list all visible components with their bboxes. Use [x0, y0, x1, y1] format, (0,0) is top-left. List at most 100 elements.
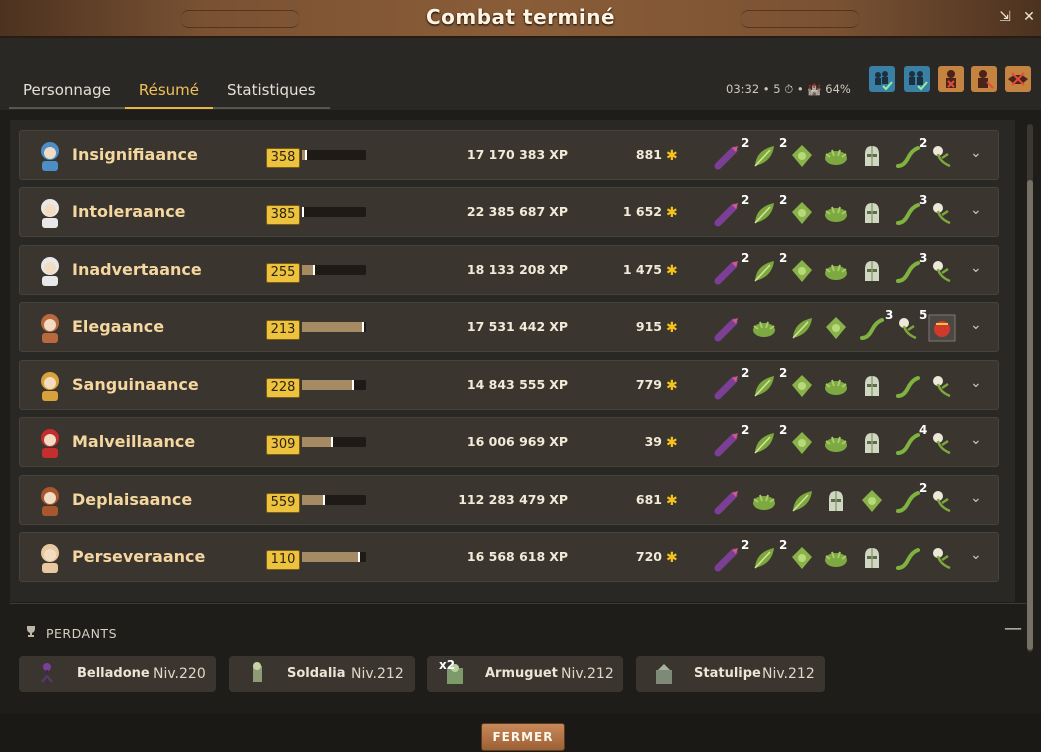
- moss-icon[interactable]: [822, 544, 850, 572]
- moss-icon[interactable]: [750, 314, 778, 342]
- loser-card-soldalia[interactable]: Soldalia Niv.212: [229, 656, 415, 692]
- fighter-icon[interactable]: [938, 66, 964, 92]
- collapse-icon[interactable]: —: [1004, 620, 1022, 638]
- xp-gained: 16 568 618 XP: [440, 549, 568, 564]
- helmet-icon[interactable]: [858, 257, 886, 285]
- wand-icon[interactable]: [714, 257, 742, 285]
- tab-resume[interactable]: Résumé: [124, 71, 213, 109]
- xp-progress-bar: [302, 437, 366, 447]
- loser-card-statulipe[interactable]: Statulipe Niv.212: [636, 656, 825, 692]
- helmet-icon[interactable]: [858, 429, 886, 457]
- leaf-icon[interactable]: 2: [741, 251, 778, 285]
- leaf-icon[interactable]: [788, 487, 816, 515]
- winner-row[interactable]: Sanguinaance 228 14 843 555 XP 779 ✱ 2 2 ⌄: [19, 360, 999, 410]
- handshake-cross-icon[interactable]: [1005, 66, 1031, 92]
- flower-icon[interactable]: 3: [885, 308, 922, 342]
- vine-icon[interactable]: [894, 142, 922, 170]
- close-icon[interactable]: ✕: [1020, 8, 1038, 26]
- loser-card-belladone[interactable]: Belladone Niv.220: [19, 656, 216, 692]
- chevron-down-icon[interactable]: ⌄: [970, 490, 986, 506]
- red-resource-icon[interactable]: 5: [919, 308, 956, 342]
- flower-icon[interactable]: [928, 544, 956, 572]
- wand-icon[interactable]: [714, 142, 742, 170]
- scrollbar-thumb[interactable]: [1027, 180, 1033, 650]
- losers-section-label: PERDANTS: [46, 626, 117, 641]
- herb-bundle-icon[interactable]: 2: [779, 251, 816, 285]
- moss-icon[interactable]: [822, 199, 850, 227]
- winner-row[interactable]: Elegaance 213 17 531 442 XP 915 ✱ 3 5 ⌄: [19, 302, 999, 352]
- wand-icon[interactable]: [714, 372, 742, 400]
- helmet-icon[interactable]: [858, 372, 886, 400]
- flower-icon[interactable]: 3: [919, 251, 956, 285]
- xp-progress-fill: [302, 150, 307, 160]
- helmet-icon[interactable]: [858, 544, 886, 572]
- flower-icon[interactable]: 2: [919, 481, 956, 515]
- winner-row[interactable]: Insignifiaance 358 17 170 383 XP 881 ✱ 2 2 2 ⌄: [19, 130, 999, 180]
- party-check-icon[interactable]: [904, 66, 930, 92]
- tab-statistiques[interactable]: Statistiques: [213, 71, 330, 109]
- character-name: Malveillaance: [72, 432, 196, 451]
- moss-icon[interactable]: [750, 487, 778, 515]
- tab-personnage[interactable]: Personnage: [9, 71, 125, 109]
- kamas-icon: ✱: [666, 263, 678, 279]
- moss-icon[interactable]: [822, 257, 850, 285]
- herb-bundle-icon[interactable]: [858, 487, 886, 515]
- chevron-down-icon[interactable]: ⌄: [970, 375, 986, 391]
- chevron-down-icon[interactable]: ⌄: [970, 260, 986, 276]
- xp-unit: XP: [549, 434, 568, 449]
- moss-icon[interactable]: [822, 429, 850, 457]
- flower-icon[interactable]: 2: [919, 136, 956, 170]
- moss-icon[interactable]: [822, 372, 850, 400]
- chevron-down-icon[interactable]: ⌄: [970, 145, 986, 161]
- flower-icon[interactable]: 4: [919, 423, 956, 457]
- leaf-icon[interactable]: 2: [741, 538, 778, 572]
- winner-row[interactable]: Intoleraance 385 22 385 687 XP 1 652 ✱ 2 2 3 ⌄: [19, 187, 999, 237]
- character-name: Elegaance: [72, 317, 165, 336]
- chevron-down-icon[interactable]: ⌄: [970, 202, 986, 218]
- minimize-icon[interactable]: ⇲: [996, 8, 1014, 26]
- vine-icon[interactable]: [858, 314, 886, 342]
- leaf-icon[interactable]: 2: [741, 193, 778, 227]
- wand-icon[interactable]: [714, 199, 742, 227]
- helmet-icon[interactable]: [822, 487, 850, 515]
- herb-bundle-icon[interactable]: 2: [779, 538, 816, 572]
- wand-icon[interactable]: [714, 544, 742, 572]
- leaf-icon[interactable]: 2: [741, 423, 778, 457]
- vine-icon[interactable]: [894, 487, 922, 515]
- herb-bundle-icon[interactable]: 2: [779, 366, 816, 400]
- chevron-down-icon[interactable]: ⌄: [970, 547, 986, 563]
- flower-icon[interactable]: [928, 372, 956, 400]
- leaf-icon[interactable]: 2: [741, 366, 778, 400]
- chevron-down-icon[interactable]: ⌄: [970, 432, 986, 448]
- winner-row[interactable]: Perseveraance 110 16 568 618 XP 720 ✱ 2 2 ⌄: [19, 532, 999, 582]
- chevron-down-icon[interactable]: ⌄: [970, 317, 986, 333]
- winner-row[interactable]: Malveillaance 309 16 006 969 XP 39 ✱ 2 2 4 ⌄: [19, 417, 999, 467]
- wand-icon[interactable]: [714, 429, 742, 457]
- party-up-icon[interactable]: [869, 66, 895, 92]
- moss-icon[interactable]: [822, 142, 850, 170]
- vine-icon[interactable]: [894, 257, 922, 285]
- herb-bundle-icon[interactable]: 2: [779, 423, 816, 457]
- leaf-icon[interactable]: 2: [741, 136, 778, 170]
- helmet-icon[interactable]: [858, 199, 886, 227]
- kamas-icon: ✱: [666, 378, 678, 394]
- wand-icon[interactable]: [714, 487, 742, 515]
- vine-icon[interactable]: [894, 544, 922, 572]
- herb-bundle-icon[interactable]: 2: [779, 136, 816, 170]
- close-button[interactable]: FERMER: [481, 723, 565, 751]
- xp-value: 16 568 618: [466, 549, 546, 564]
- winner-row[interactable]: Inadvertaance 255 18 133 208 XP 1 475 ✱ 2 2 3 ⌄: [19, 245, 999, 295]
- herb-bundle-icon[interactable]: [822, 314, 850, 342]
- herb-bundle-icon[interactable]: 2: [779, 193, 816, 227]
- vine-icon[interactable]: [894, 429, 922, 457]
- vine-icon[interactable]: [894, 199, 922, 227]
- xp-progress-fill: [302, 437, 333, 447]
- helmet-icon[interactable]: [858, 142, 886, 170]
- fighter-cross-icon[interactable]: [971, 66, 997, 92]
- leaf-icon[interactable]: [788, 314, 816, 342]
- winner-row[interactable]: Deplaisaance 559 112 283 479 XP 681 ✱ 2 ⌄: [19, 475, 999, 525]
- vine-icon[interactable]: [894, 372, 922, 400]
- loser-card-armuguet[interactable]: x2 Armuguet Niv.212: [427, 656, 623, 692]
- wand-icon[interactable]: [714, 314, 742, 342]
- flower-icon[interactable]: 3: [919, 193, 956, 227]
